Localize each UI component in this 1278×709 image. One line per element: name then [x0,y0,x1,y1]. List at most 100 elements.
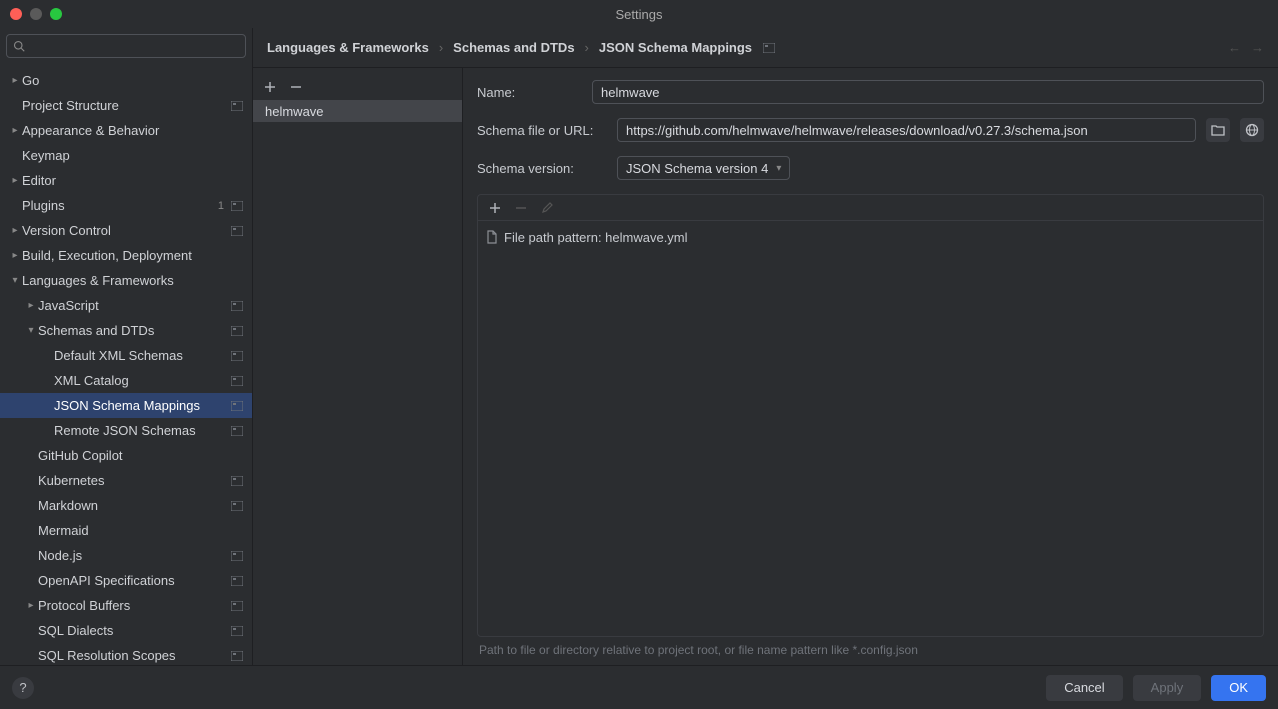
tree-item-label: Remote JSON Schemas [54,423,230,438]
schema-url-label: Schema file or URL: [477,123,607,138]
pattern-text: File path pattern: helmwave.yml [504,230,688,245]
traffic-lights [10,8,62,20]
chevron-down-icon: ▾ [776,163,781,174]
tree-item[interactable]: Version Control [0,218,252,243]
schema-version-label: Schema version: [477,161,607,176]
nav-back-icon[interactable]: ← [1228,40,1241,55]
browse-file-button[interactable] [1206,118,1230,142]
tree-item-label: Version Control [22,223,230,238]
project-scope-icon [230,325,244,337]
tree-item[interactable]: Markdown [0,493,252,518]
tree-item[interactable]: GitHub Copilot [0,443,252,468]
tree-item-label: Languages & Frameworks [22,273,244,288]
project-scope-icon [230,600,244,612]
schema-version-select[interactable]: JSON Schema version 4 ▾ [617,156,790,180]
schema-list-column: helmwave [253,68,463,665]
settings-tree: Go Project StructureAppearance & Behavior… [0,64,252,665]
project-scope-icon [230,650,244,662]
tree-item[interactable]: Languages & Frameworks [0,268,252,293]
titlebar: Settings [0,0,1278,28]
schema-url-field[interactable] [617,118,1196,142]
ok-button[interactable]: OK [1211,675,1266,701]
tree-item[interactable]: OpenAPI Specifications [0,568,252,593]
pattern-hint: Path to file or directory relative to pr… [477,637,1264,657]
project-scope-icon [230,100,244,112]
pattern-list-panel: File path pattern: helmwave.yml [477,194,1264,637]
tree-item-label: Default XML Schemas [54,348,230,363]
search-input-wrapper[interactable] [6,34,246,58]
tree-item[interactable]: Protocol Buffers [0,593,252,618]
apply-button[interactable]: Apply [1133,675,1202,701]
help-button[interactable]: ? [12,677,34,699]
tree-item[interactable]: JavaScript [0,293,252,318]
tree-item-label: Build, Execution, Deployment [22,248,244,263]
tree-item[interactable]: JSON Schema Mappings [0,393,252,418]
file-pattern-icon [486,230,498,244]
tree-item-label: GitHub Copilot [38,448,244,463]
tree-item-label: Schemas and DTDs [38,323,230,338]
chevron-right-icon[interactable] [8,225,22,236]
minimize-window-icon[interactable] [30,8,42,20]
tree-item[interactable]: Default XML Schemas [0,343,252,368]
tree-item[interactable]: XML Catalog [0,368,252,393]
pattern-row[interactable]: File path pattern: helmwave.yml [486,227,1255,247]
browse-url-button[interactable] [1240,118,1264,142]
remove-pattern-button[interactable] [512,199,530,217]
chevron-right-icon[interactable] [8,75,22,86]
tree-item[interactable]: Editor [0,168,252,193]
chevron-right-icon: › [585,40,589,55]
settings-sidebar: Go Project StructureAppearance & Behavior… [0,28,253,665]
tree-item[interactable]: Mermaid [0,518,252,543]
chevron-right-icon[interactable] [8,175,22,186]
chevron-right-icon[interactable] [8,250,22,261]
project-scope-icon [230,475,244,487]
tree-item-label: Mermaid [38,523,244,538]
tree-item-label: SQL Dialects [38,623,230,638]
tree-item[interactable]: Project Structure [0,93,252,118]
project-scope-icon [230,300,244,312]
breadcrumb-item[interactable]: Schemas and DTDs [453,40,574,55]
tree-item-label: JavaScript [38,298,230,313]
chevron-right-icon[interactable] [8,125,22,136]
name-label: Name: [477,85,582,100]
tree-item[interactable]: Appearance & Behavior [0,118,252,143]
breadcrumb: Languages & Frameworks › Schemas and DTD… [253,28,1278,68]
chevron-down-icon[interactable] [24,325,38,336]
tree-item-label: OpenAPI Specifications [38,573,230,588]
tree-item[interactable]: Remote JSON Schemas [0,418,252,443]
tree-item-label: Protocol Buffers [38,598,230,613]
project-scope-icon [230,500,244,512]
name-field[interactable] [592,80,1264,104]
close-window-icon[interactable] [10,8,22,20]
tree-item[interactable]: Schemas and DTDs [0,318,252,343]
schema-list-item[interactable]: helmwave [253,100,462,122]
tree-item[interactable]: Plugins1 [0,193,252,218]
tree-item-label: XML Catalog [54,373,230,388]
tree-item-label: Go [22,73,244,88]
search-input[interactable] [31,39,239,53]
cancel-button[interactable]: Cancel [1046,675,1122,701]
add-pattern-button[interactable] [486,199,504,217]
tree-item[interactable]: SQL Resolution Scopes [0,643,252,665]
maximize-window-icon[interactable] [50,8,62,20]
tree-item-label: Node.js [38,548,230,563]
tree-item[interactable]: Go [0,68,252,93]
chevron-right-icon[interactable] [24,300,38,311]
tree-item[interactable]: Node.js [0,543,252,568]
chevron-right-icon[interactable] [24,600,38,611]
tree-item[interactable]: Build, Execution, Deployment [0,243,252,268]
breadcrumb-item[interactable]: Languages & Frameworks [267,40,429,55]
tree-item[interactable]: Keymap [0,143,252,168]
project-scope-icon [230,200,244,212]
tree-item[interactable]: SQL Dialects [0,618,252,643]
add-schema-button[interactable] [261,78,279,96]
chevron-down-icon[interactable] [8,275,22,286]
remove-schema-button[interactable] [287,78,305,96]
tree-item-label: Markdown [38,498,230,513]
breadcrumb-item[interactable]: JSON Schema Mappings [599,40,752,55]
nav-forward-icon[interactable]: → [1251,40,1264,55]
chevron-right-icon: › [439,40,443,55]
project-scope-icon [230,625,244,637]
tree-item[interactable]: Kubernetes [0,468,252,493]
edit-pattern-button[interactable] [538,199,556,217]
